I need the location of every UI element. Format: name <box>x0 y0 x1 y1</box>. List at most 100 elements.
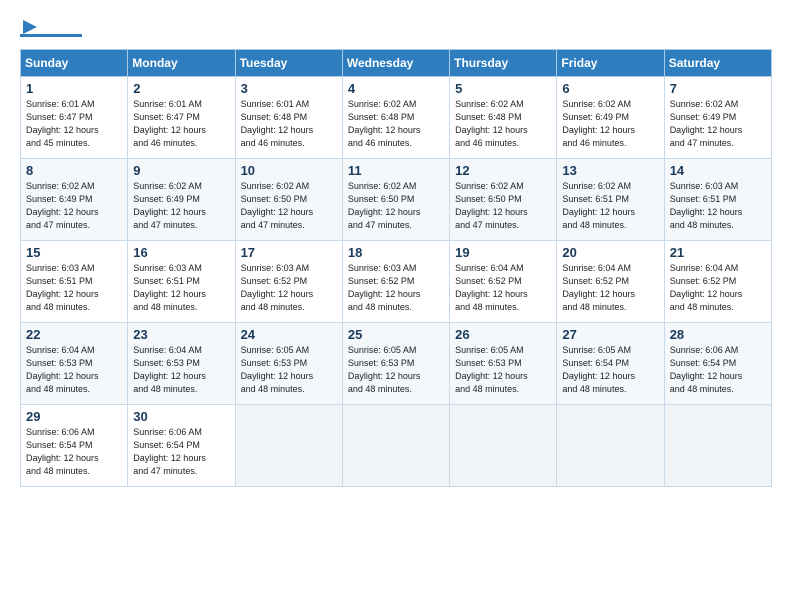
calendar-cell: 15 Sunrise: 6:03 AM Sunset: 6:51 PM Dayli… <box>21 241 128 323</box>
day-info: Sunrise: 6:02 AM Sunset: 6:48 PM Dayligh… <box>455 98 552 150</box>
day-info: Sunrise: 6:03 AM Sunset: 6:52 PM Dayligh… <box>348 262 445 314</box>
day-number: 13 <box>562 163 659 178</box>
day-info: Sunrise: 6:01 AM Sunset: 6:47 PM Dayligh… <box>133 98 230 150</box>
calendar-week-1: 1 Sunrise: 6:01 AM Sunset: 6:47 PM Daylig… <box>21 77 772 159</box>
day-info: Sunrise: 6:01 AM Sunset: 6:47 PM Dayligh… <box>26 98 123 150</box>
day-info: Sunrise: 6:06 AM Sunset: 6:54 PM Dayligh… <box>670 344 767 396</box>
day-info: Sunrise: 6:02 AM Sunset: 6:48 PM Dayligh… <box>348 98 445 150</box>
calendar-cell: 3 Sunrise: 6:01 AM Sunset: 6:48 PM Daylig… <box>235 77 342 159</box>
day-info: Sunrise: 6:04 AM Sunset: 6:52 PM Dayligh… <box>455 262 552 314</box>
day-info: Sunrise: 6:03 AM Sunset: 6:51 PM Dayligh… <box>26 262 123 314</box>
calendar-cell: 21Sunrise: 6:04 AM Sunset: 6:52 PM Dayli… <box>664 241 771 323</box>
day-number: 4 <box>348 81 445 96</box>
calendar-cell <box>557 405 664 487</box>
calendar-cell: 23 Sunrise: 6:04 AM Sunset: 6:53 PM Dayli… <box>128 323 235 405</box>
calendar-cell: 28 Sunrise: 6:06 AM Sunset: 6:54 PM Dayli… <box>664 323 771 405</box>
calendar-cell: 19 Sunrise: 6:04 AM Sunset: 6:52 PM Dayli… <box>450 241 557 323</box>
calendar-cell: 14 Sunrise: 6:03 AM Sunset: 6:51 PM Dayli… <box>664 159 771 241</box>
calendar-cell: 10 Sunrise: 6:02 AM Sunset: 6:50 PM Dayli… <box>235 159 342 241</box>
day-info: Sunrise: 6:05 AM Sunset: 6:53 PM Dayligh… <box>455 344 552 396</box>
calendar-cell <box>664 405 771 487</box>
day-number: 30 <box>133 409 230 424</box>
calendar-cell: 8 Sunrise: 6:02 AM Sunset: 6:49 PM Daylig… <box>21 159 128 241</box>
day-number: 10 <box>241 163 338 178</box>
logo <box>20 18 82 37</box>
day-number: 23 <box>133 327 230 342</box>
calendar-cell: 25 Sunrise: 6:05 AM Sunset: 6:53 PM Dayli… <box>342 323 449 405</box>
calendar-cell: 22 Sunrise: 6:04 AM Sunset: 6:53 PM Dayli… <box>21 323 128 405</box>
day-number: 29 <box>26 409 123 424</box>
day-info: Sunrise: 6:04 AM Sunset: 6:53 PM Dayligh… <box>26 344 123 396</box>
calendar-table: SundayMondayTuesdayWednesdayThursdayFrid… <box>20 49 772 487</box>
day-info: Sunrise: 6:02 AM Sunset: 6:49 PM Dayligh… <box>26 180 123 232</box>
day-info: Sunrise: 6:02 AM Sunset: 6:49 PM Dayligh… <box>670 98 767 150</box>
day-number: 12 <box>455 163 552 178</box>
day-info: Sunrise: 6:02 AM Sunset: 6:49 PM Dayligh… <box>562 98 659 150</box>
day-number: 11 <box>348 163 445 178</box>
calendar-week-3: 15 Sunrise: 6:03 AM Sunset: 6:51 PM Dayli… <box>21 241 772 323</box>
weekday-saturday: Saturday <box>664 50 771 77</box>
calendar-cell: 12 Sunrise: 6:02 AM Sunset: 6:50 PM Dayli… <box>450 159 557 241</box>
calendar-cell: 6 Sunrise: 6:02 AM Sunset: 6:49 PM Daylig… <box>557 77 664 159</box>
calendar-cell: 11 Sunrise: 6:02 AM Sunset: 6:50 PM Dayli… <box>342 159 449 241</box>
day-number: 22 <box>26 327 123 342</box>
weekday-sunday: Sunday <box>21 50 128 77</box>
calendar-cell <box>342 405 449 487</box>
day-number: 9 <box>133 163 230 178</box>
day-number: 8 <box>26 163 123 178</box>
day-number: 26 <box>455 327 552 342</box>
weekday-monday: Monday <box>128 50 235 77</box>
calendar-cell: 7 Sunrise: 6:02 AM Sunset: 6:49 PM Daylig… <box>664 77 771 159</box>
day-number: 18 <box>348 245 445 260</box>
day-info: Sunrise: 6:03 AM Sunset: 6:52 PM Dayligh… <box>241 262 338 314</box>
calendar-cell: 16 Sunrise: 6:03 AM Sunset: 6:51 PM Dayli… <box>128 241 235 323</box>
weekday-friday: Friday <box>557 50 664 77</box>
logo-underline <box>20 34 82 37</box>
calendar-cell: 5Sunrise: 6:02 AM Sunset: 6:48 PM Daylig… <box>450 77 557 159</box>
day-info: Sunrise: 6:01 AM Sunset: 6:48 PM Dayligh… <box>241 98 338 150</box>
day-info: Sunrise: 6:02 AM Sunset: 6:50 PM Dayligh… <box>348 180 445 232</box>
day-number: 16 <box>133 245 230 260</box>
day-number: 19 <box>455 245 552 260</box>
day-info: Sunrise: 6:04 AM Sunset: 6:52 PM Dayligh… <box>562 262 659 314</box>
calendar-week-5: 29 Sunrise: 6:06 AM Sunset: 6:54 PM Dayli… <box>21 405 772 487</box>
calendar-cell: 26 Sunrise: 6:05 AM Sunset: 6:53 PM Dayli… <box>450 323 557 405</box>
day-number: 15 <box>26 245 123 260</box>
calendar-cell: 20Sunrise: 6:04 AM Sunset: 6:52 PM Dayli… <box>557 241 664 323</box>
calendar-cell: 13 Sunrise: 6:02 AM Sunset: 6:51 PM Dayli… <box>557 159 664 241</box>
day-number: 27 <box>562 327 659 342</box>
day-info: Sunrise: 6:04 AM Sunset: 6:53 PM Dayligh… <box>133 344 230 396</box>
calendar-cell <box>235 405 342 487</box>
day-number: 7 <box>670 81 767 96</box>
day-number: 17 <box>241 245 338 260</box>
day-info: Sunrise: 6:06 AM Sunset: 6:54 PM Dayligh… <box>26 426 123 478</box>
weekday-wednesday: Wednesday <box>342 50 449 77</box>
day-number: 6 <box>562 81 659 96</box>
weekday-tuesday: Tuesday <box>235 50 342 77</box>
weekday-thursday: Thursday <box>450 50 557 77</box>
day-number: 28 <box>670 327 767 342</box>
header <box>20 18 772 37</box>
day-info: Sunrise: 6:04 AM Sunset: 6:52 PM Dayligh… <box>670 262 767 314</box>
day-number: 14 <box>670 163 767 178</box>
calendar-cell: 18 Sunrise: 6:03 AM Sunset: 6:52 PM Dayli… <box>342 241 449 323</box>
day-number: 25 <box>348 327 445 342</box>
day-info: Sunrise: 6:02 AM Sunset: 6:51 PM Dayligh… <box>562 180 659 232</box>
calendar-cell: 2 Sunrise: 6:01 AM Sunset: 6:47 PM Daylig… <box>128 77 235 159</box>
day-info: Sunrise: 6:06 AM Sunset: 6:54 PM Dayligh… <box>133 426 230 478</box>
calendar-cell: 1 Sunrise: 6:01 AM Sunset: 6:47 PM Daylig… <box>21 77 128 159</box>
day-number: 2 <box>133 81 230 96</box>
calendar-week-2: 8 Sunrise: 6:02 AM Sunset: 6:49 PM Daylig… <box>21 159 772 241</box>
day-number: 24 <box>241 327 338 342</box>
day-info: Sunrise: 6:05 AM Sunset: 6:53 PM Dayligh… <box>241 344 338 396</box>
day-number: 1 <box>26 81 123 96</box>
day-info: Sunrise: 6:02 AM Sunset: 6:50 PM Dayligh… <box>455 180 552 232</box>
day-info: Sunrise: 6:05 AM Sunset: 6:53 PM Dayligh… <box>348 344 445 396</box>
calendar-cell: 4 Sunrise: 6:02 AM Sunset: 6:48 PM Daylig… <box>342 77 449 159</box>
day-info: Sunrise: 6:03 AM Sunset: 6:51 PM Dayligh… <box>133 262 230 314</box>
day-info: Sunrise: 6:02 AM Sunset: 6:49 PM Dayligh… <box>133 180 230 232</box>
calendar-cell: 27Sunrise: 6:05 AM Sunset: 6:54 PM Dayli… <box>557 323 664 405</box>
day-info: Sunrise: 6:02 AM Sunset: 6:50 PM Dayligh… <box>241 180 338 232</box>
day-info: Sunrise: 6:03 AM Sunset: 6:51 PM Dayligh… <box>670 180 767 232</box>
day-number: 3 <box>241 81 338 96</box>
